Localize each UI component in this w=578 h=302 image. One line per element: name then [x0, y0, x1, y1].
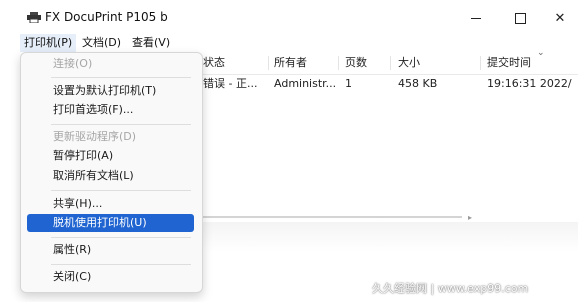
column-divider[interactable]	[480, 56, 481, 70]
column-divider[interactable]	[390, 56, 391, 70]
menu-item-set-default[interactable]: 设置为默认打印机(T)	[27, 82, 194, 100]
column-header: 状态 所有者 页数 大小 提交时间 ⌄	[200, 48, 578, 75]
printer-icon	[27, 12, 41, 23]
menu-item-preferences[interactable]: 打印首选项(F)...	[27, 101, 194, 119]
menu-item-properties[interactable]: 属性(R)	[27, 241, 194, 259]
menu-item-cancel-all[interactable]: 取消所有文档(L)	[27, 167, 194, 185]
minimize-icon	[471, 18, 481, 19]
maximize-icon	[514, 13, 526, 24]
cell-owner: Administr...	[274, 77, 337, 90]
menu-item-use-offline[interactable]: 脱机使用打印机(U)	[27, 214, 194, 232]
cell-status: 错误 - 正...	[203, 77, 258, 90]
column-status[interactable]: 状态	[203, 52, 225, 74]
menu-separator	[51, 264, 191, 265]
table-row[interactable]: 错误 - 正... Administr... 1 458 KB 19:16:31…	[200, 75, 578, 93]
column-divider[interactable]	[268, 56, 269, 70]
menu-printer[interactable]: 打印机(P)	[20, 34, 77, 52]
close-button[interactable]: ✕	[545, 8, 575, 30]
maximize-button[interactable]	[505, 8, 535, 30]
menu-item-sharing[interactable]: 共享(H)...	[27, 195, 194, 213]
cell-submitted: 19:16:31 2022/	[487, 77, 572, 90]
column-divider[interactable]	[338, 56, 339, 70]
column-submitted[interactable]: 提交时间	[487, 52, 531, 74]
menu-item-close[interactable]: 关闭(C)	[27, 268, 194, 286]
menu-item-update-driver: 更新驱动程序(D)	[53, 130, 137, 143]
cell-size: 458 KB	[398, 77, 438, 90]
watermark: 久久经验网 | www.exp99.com	[372, 282, 529, 295]
chevron-down-icon: ⌄	[537, 48, 545, 58]
menu-item-connect: 连接(O)	[53, 57, 93, 70]
scroll-right-arrow-icon[interactable]: ▸	[468, 213, 478, 222]
close-icon: ✕	[554, 11, 566, 26]
menu-item-pause-printing[interactable]: 暂停打印(A)	[27, 147, 194, 165]
menu-separator	[51, 190, 191, 191]
menu-view[interactable]: 查看(V)	[128, 34, 174, 52]
menu-separator	[51, 124, 191, 125]
menu-separator	[51, 77, 191, 78]
list-bottom-area	[200, 222, 578, 252]
window-title: FX DocuPrint P105 b	[45, 10, 168, 24]
column-owner[interactable]: 所有者	[274, 52, 307, 74]
menu-document[interactable]: 文档(D)	[78, 34, 125, 52]
minimize-button[interactable]	[461, 8, 491, 30]
column-pages[interactable]: 页数	[345, 52, 367, 74]
horizontal-scrollbar[interactable]	[200, 216, 462, 218]
title-bar: FX DocuPrint P105 b ✕	[0, 0, 578, 34]
cell-pages: 1	[345, 77, 352, 90]
menu-separator	[51, 237, 191, 238]
printer-menu-dropdown: 连接(O) 设置为默认打印机(T) 打印首选项(F)... 更新驱动程序(D) …	[20, 52, 203, 293]
column-size[interactable]: 大小	[398, 52, 420, 74]
